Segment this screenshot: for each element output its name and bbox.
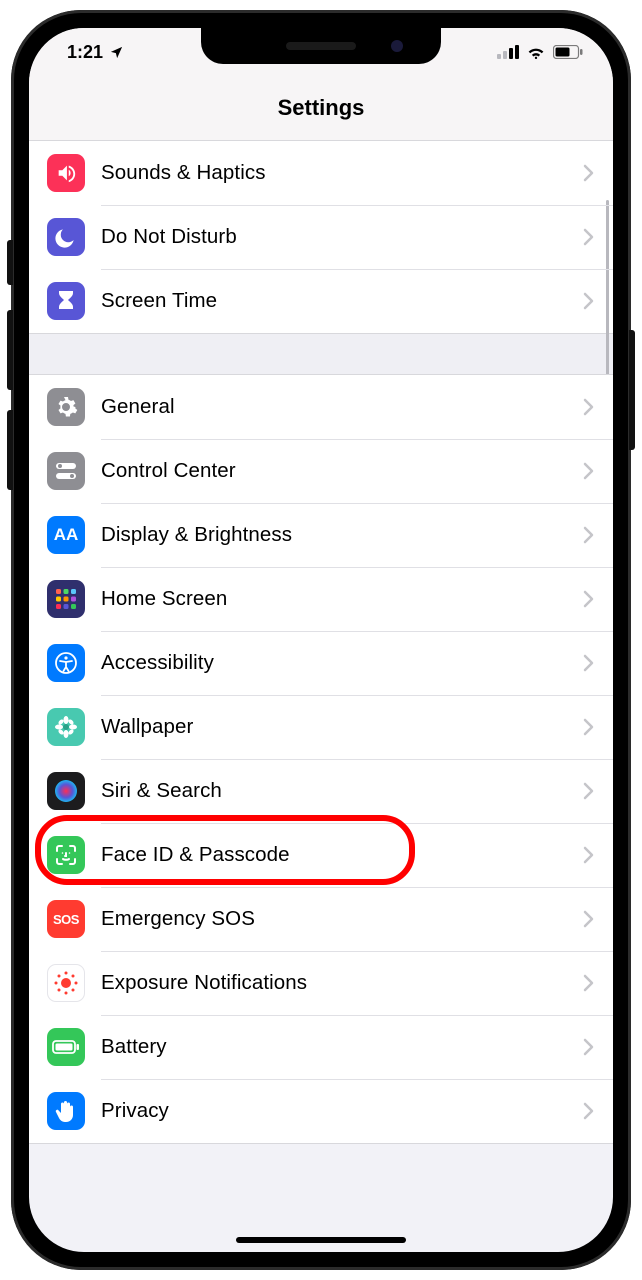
row-label: Wallpaper xyxy=(101,715,583,739)
row-label: Display & Brightness xyxy=(101,523,583,547)
row-siri[interactable]: Siri & Search xyxy=(29,759,613,823)
chevron-right-icon xyxy=(583,782,595,800)
accessibility-icon xyxy=(47,644,85,682)
chevron-right-icon xyxy=(583,292,595,310)
battery-full-icon xyxy=(47,1028,85,1066)
row-label: Home Screen xyxy=(101,587,583,611)
toggles-icon xyxy=(47,452,85,490)
row-label: Control Center xyxy=(101,459,583,483)
wifi-icon xyxy=(526,45,546,59)
settings-list[interactable]: Sounds & Haptics Do Not Disturb Screen T… xyxy=(29,140,613,1252)
row-label: Emergency SOS xyxy=(101,907,583,931)
chevron-right-icon xyxy=(583,398,595,416)
hourglass-icon xyxy=(47,282,85,320)
row-label: Accessibility xyxy=(101,651,583,675)
row-battery[interactable]: Battery xyxy=(29,1015,613,1079)
row-label: General xyxy=(101,395,583,419)
phone-frame: 1:21 xyxy=(11,10,631,1270)
notch xyxy=(201,28,441,64)
status-time: 1:21 xyxy=(67,42,103,63)
exposure-icon xyxy=(47,964,85,1002)
volume-down-button xyxy=(7,410,13,490)
row-display[interactable]: AA Display & Brightness xyxy=(29,503,613,567)
chevron-right-icon xyxy=(583,1038,595,1056)
text-size-icon: AA xyxy=(47,516,85,554)
settings-group: General Control Center AA Display & Brig… xyxy=(29,374,613,1144)
page-title: Settings xyxy=(278,95,365,121)
location-arrow-icon xyxy=(109,45,124,60)
volume-icon xyxy=(47,154,85,192)
chevron-right-icon xyxy=(583,974,595,992)
row-label: Face ID & Passcode xyxy=(101,843,583,867)
row-sounds[interactable]: Sounds & Haptics xyxy=(29,141,613,205)
power-button xyxy=(629,330,635,450)
nav-header: Settings xyxy=(29,76,613,140)
row-homescreen[interactable]: Home Screen xyxy=(29,567,613,631)
row-sos[interactable]: SOS Emergency SOS xyxy=(29,887,613,951)
chevron-right-icon xyxy=(583,718,595,736)
row-label: Privacy xyxy=(101,1099,583,1123)
row-controlcenter[interactable]: Control Center xyxy=(29,439,613,503)
volume-up-button xyxy=(7,310,13,390)
row-exposure[interactable]: Exposure Notifications xyxy=(29,951,613,1015)
chevron-right-icon xyxy=(583,228,595,246)
row-dnd[interactable]: Do Not Disturb xyxy=(29,205,613,269)
gear-icon xyxy=(47,388,85,426)
chevron-right-icon xyxy=(583,590,595,608)
moon-icon xyxy=(47,218,85,256)
row-privacy[interactable]: Privacy xyxy=(29,1079,613,1143)
cellular-signal-icon xyxy=(497,45,519,59)
faceid-icon xyxy=(47,836,85,874)
row-label: Exposure Notifications xyxy=(101,971,583,995)
chevron-right-icon xyxy=(583,654,595,672)
sos-icon: SOS xyxy=(47,900,85,938)
row-screentime[interactable]: Screen Time xyxy=(29,269,613,333)
row-accessibility[interactable]: Accessibility xyxy=(29,631,613,695)
chevron-right-icon xyxy=(583,164,595,182)
settings-group: Sounds & Haptics Do Not Disturb Screen T… xyxy=(29,140,613,334)
chevron-right-icon xyxy=(583,846,595,864)
hand-icon xyxy=(47,1092,85,1130)
flower-icon xyxy=(47,708,85,746)
row-wallpaper[interactable]: Wallpaper xyxy=(29,695,613,759)
chevron-right-icon xyxy=(583,462,595,480)
row-label: Siri & Search xyxy=(101,779,583,803)
row-general[interactable]: General xyxy=(29,375,613,439)
row-label: Sounds & Haptics xyxy=(101,161,583,185)
row-label: Do Not Disturb xyxy=(101,225,583,249)
chevron-right-icon xyxy=(583,910,595,928)
row-label: Battery xyxy=(101,1035,583,1059)
chevron-right-icon xyxy=(583,1102,595,1120)
mute-switch xyxy=(7,240,13,285)
row-label: Screen Time xyxy=(101,289,583,313)
siri-icon xyxy=(47,772,85,810)
section-gap xyxy=(29,334,613,374)
app-grid-icon xyxy=(47,580,85,618)
home-indicator[interactable] xyxy=(236,1237,406,1243)
chevron-right-icon xyxy=(583,526,595,544)
row-faceid[interactable]: Face ID & Passcode xyxy=(29,823,613,887)
screen: 1:21 xyxy=(29,28,613,1252)
battery-icon xyxy=(553,45,583,59)
